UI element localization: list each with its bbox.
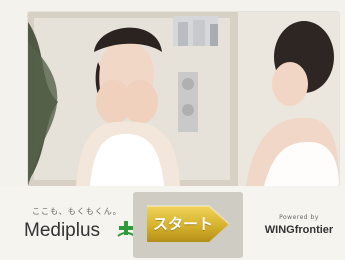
video-still-woman-washing-face xyxy=(28,12,339,186)
start-button-container: スタート xyxy=(133,192,243,258)
video-frame xyxy=(28,12,339,186)
brand-logo: ここも、もくもくん。 Mediplus xyxy=(24,206,144,252)
brand-name: Mediplus xyxy=(24,220,101,241)
powered-by-label: Powered by xyxy=(279,214,319,221)
partner-logo-text: WINGfrontier xyxy=(264,224,334,236)
start-button-label: スタート xyxy=(152,215,213,233)
start-button[interactable]: スタート xyxy=(143,204,231,244)
brand-tagline: ここも、もくもくん。 xyxy=(32,207,122,216)
powered-by: Powered by WINGfrontier xyxy=(263,214,335,244)
